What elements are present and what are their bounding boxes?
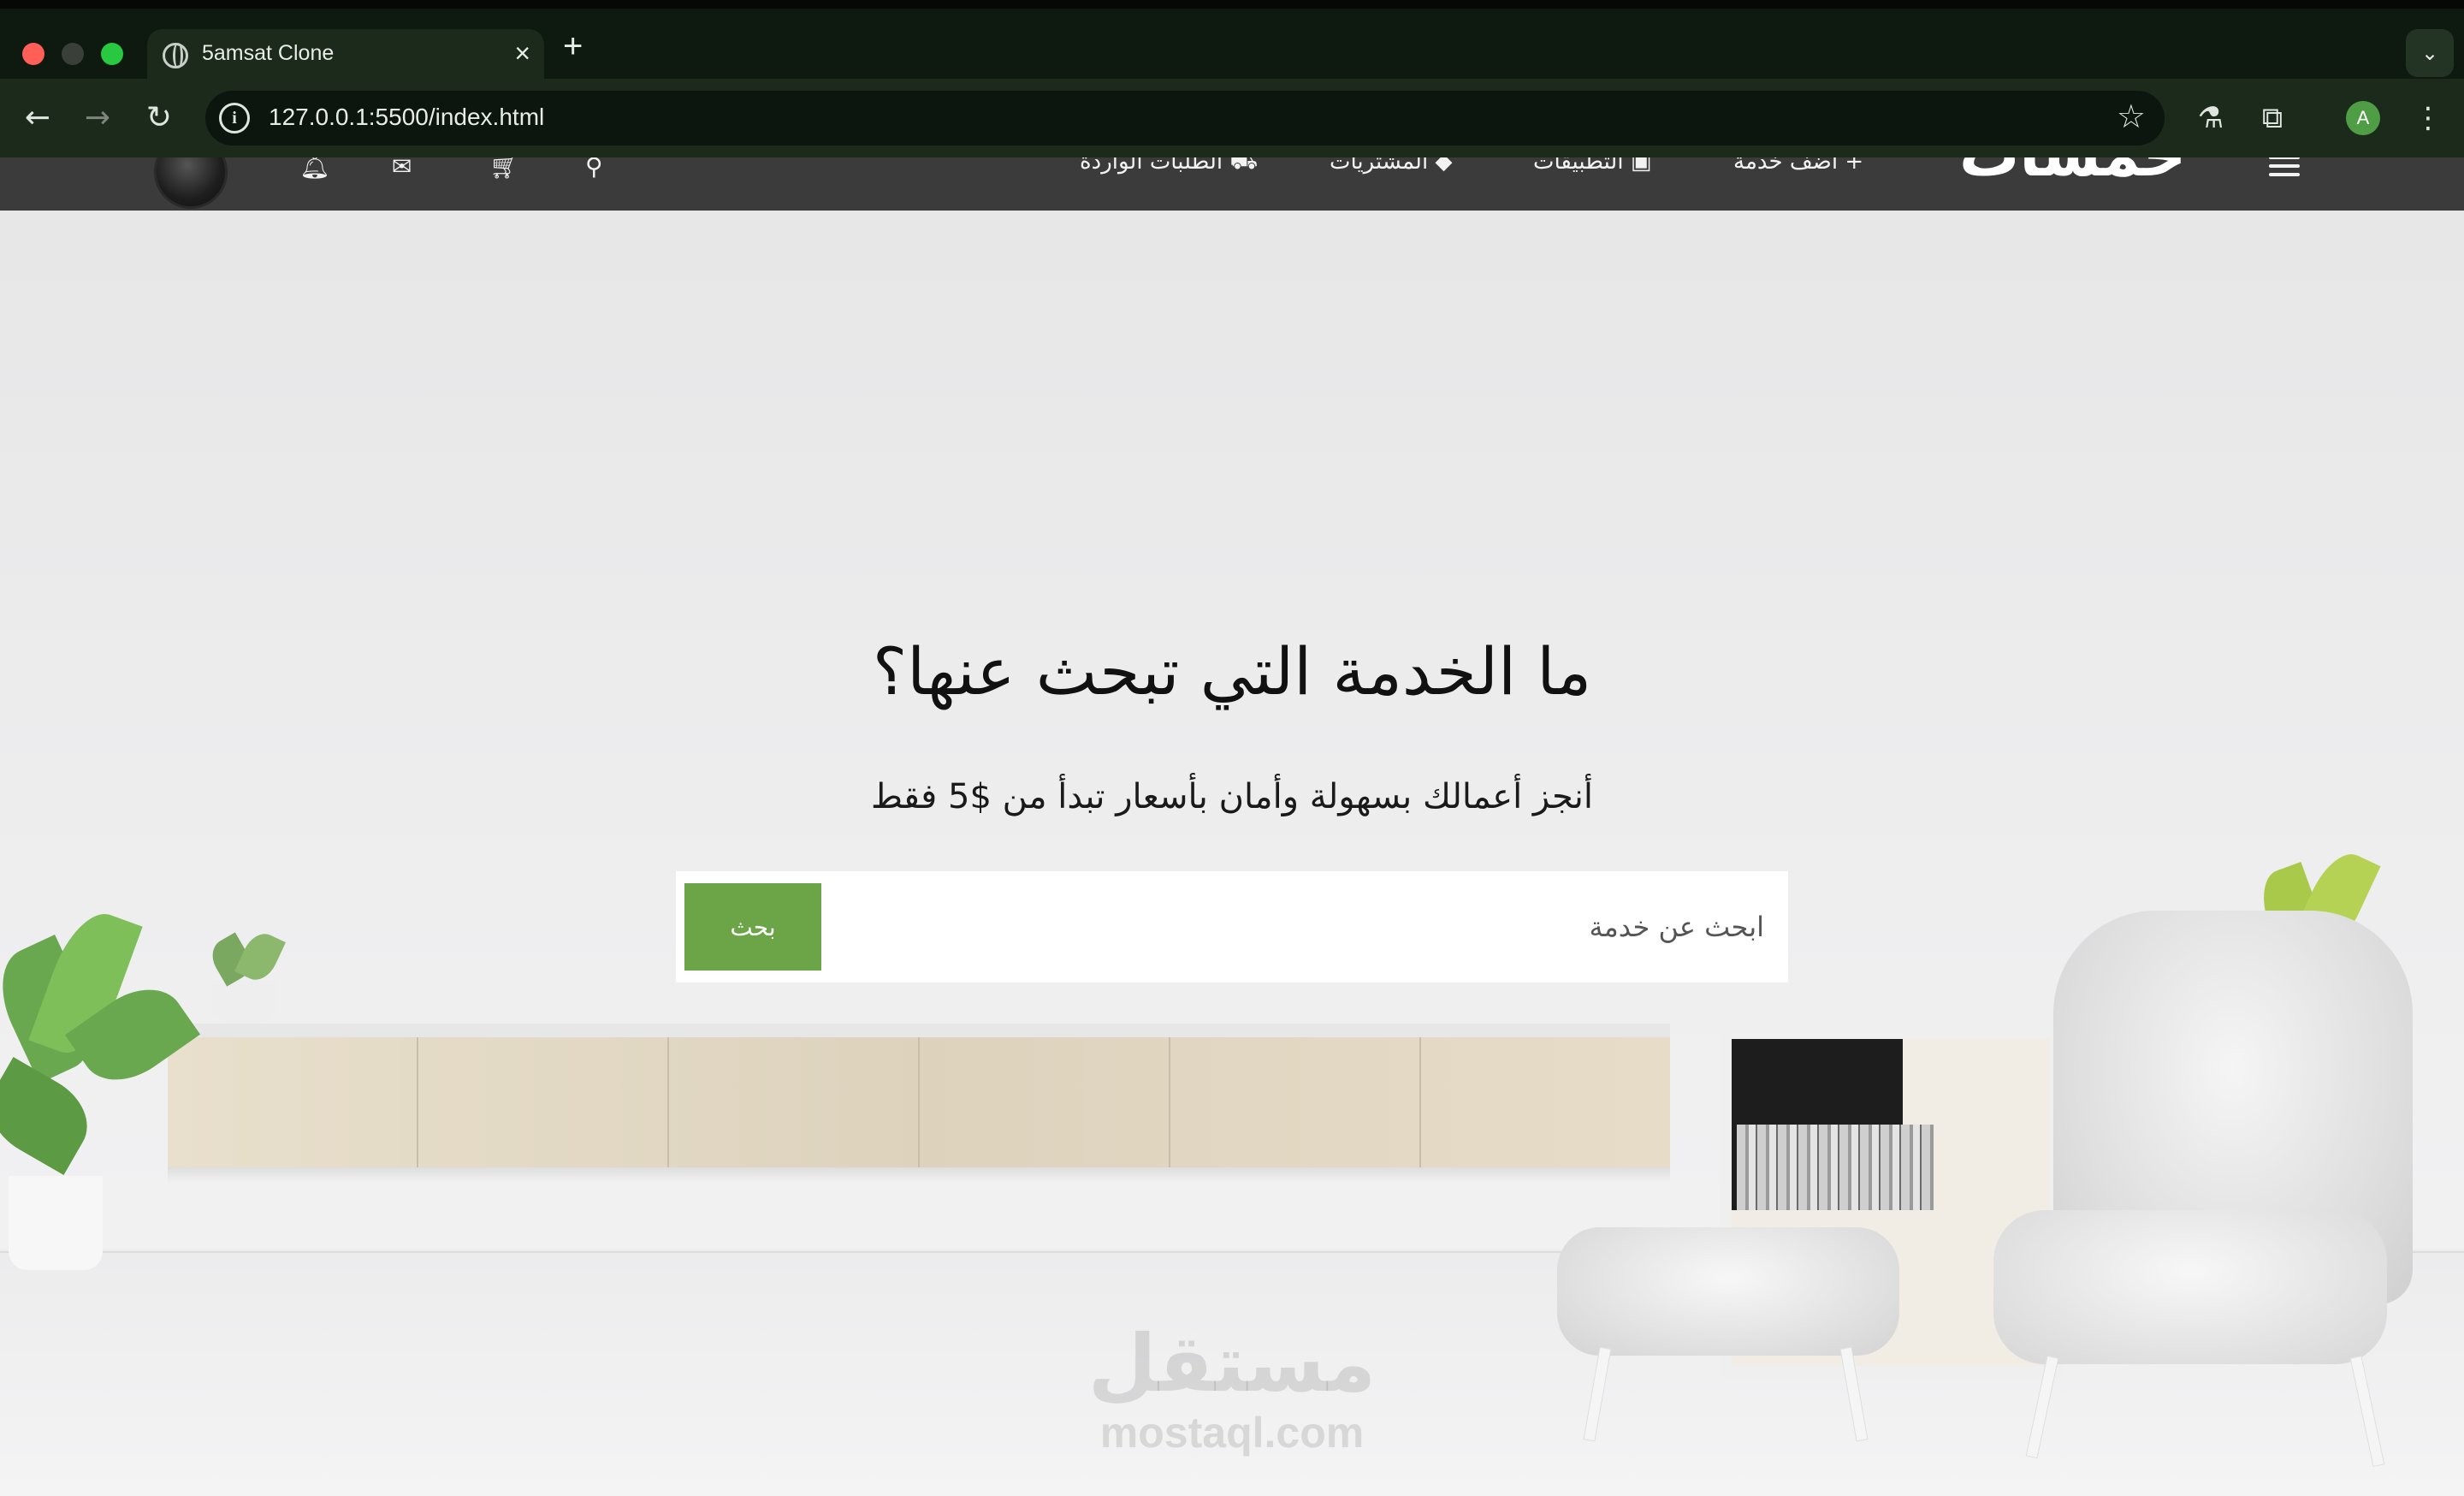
close-tab-icon[interactable]: × [514, 38, 530, 69]
close-window-button[interactable] [22, 43, 44, 65]
nav-link-apps[interactable]: ▣ التطبيقات [1533, 157, 1651, 175]
service-search-input[interactable] [821, 871, 1771, 982]
apps-icon: ▣ [1630, 157, 1652, 175]
plant-pot-left [9, 1176, 103, 1270]
plant-pot-small [212, 981, 277, 1024]
mail-icon[interactable]: ✉ [392, 157, 412, 180]
tab-title: 5amsat Clone [202, 41, 335, 65]
watermark-latin: mostaql.com [1099, 1409, 1365, 1457]
nav-link-label: أضف خدمة [1733, 157, 1839, 175]
tab-strip: 5amsat Clone × + ⌄ [0, 0, 2464, 87]
service-search-form: بحث [676, 871, 1788, 982]
tag-icon: ◆ [1435, 157, 1453, 175]
nav-link-incoming-orders[interactable]: ⛟ الطلبات الواردة [1080, 157, 1258, 178]
nav-link-label: التطبيقات [1533, 157, 1624, 175]
search-button[interactable]: بحث [684, 883, 821, 971]
globe-icon [163, 43, 188, 68]
extensions-icon[interactable]: ⧉ [2252, 98, 2293, 139]
mostaql-watermark: مستقل mostaql.com [1078, 1321, 1386, 1458]
browser-chrome: 5amsat Clone × + ⌄ ← → ↻ i 127.0.0.1:550… [0, 0, 2464, 157]
cabinet-decor [168, 1037, 1670, 1167]
user-avatar[interactable] [154, 157, 228, 209]
truck-icon: ⛟ [1229, 157, 1259, 175]
cabinet-shadow-decor [168, 1167, 1670, 1183]
books-decor [1737, 1125, 1934, 1210]
nav-link-label: المشتريات [1330, 157, 1429, 175]
bell-icon[interactable]: 🔔︎ [299, 157, 330, 180]
hero-title: ما الخدمة التي تبحث عنها؟ [872, 633, 1592, 709]
profile-avatar[interactable]: A [2346, 101, 2380, 135]
search-icon[interactable]: ⚲ [585, 157, 603, 180]
browser-toolbar: ← → ↻ i 127.0.0.1:5500/index.html ☆ ⚗ ⧉ … [0, 79, 2464, 157]
nav-link-label: الطلبات الواردة [1080, 157, 1223, 175]
nav-link-purchases[interactable]: ◆ المشتريات [1330, 157, 1452, 175]
bookmark-star-icon[interactable]: ☆ [2117, 98, 2146, 135]
maximize-window-button[interactable] [101, 43, 123, 65]
site-navbar: 🔔︎ ✉ 🛒︎ ⚲ ⛟ الطلبات الواردة ◆ المشتريات … [0, 157, 2464, 211]
cabinet-top-decor [168, 1024, 1670, 1037]
url-text[interactable]: 127.0.0.1:5500/index.html [269, 104, 544, 131]
menu-icon[interactable] [2269, 157, 2300, 176]
armchair-seat-decor [1993, 1210, 2387, 1364]
hero-subtitle: أنجز أعمالك بسهولة وأمان بأسعار تبدأ من … [870, 777, 1594, 816]
labs-icon[interactable]: ⚗ [2190, 98, 2231, 139]
cart-icon[interactable]: 🛒︎ [489, 157, 520, 180]
tab-search-chevron-icon[interactable]: ⌄ [2406, 29, 2454, 77]
new-tab-button[interactable]: + [563, 27, 583, 66]
nav-link-add-service[interactable]: + أضف خدمة [1733, 157, 1863, 175]
more-icon[interactable]: ⋮ [2408, 98, 2449, 139]
web-page: مستقل mostaql.com 🔔︎ ✉ 🛒︎ ⚲ ⛟ الطلبات ال… [0, 157, 2464, 1496]
forward-icon[interactable]: → [74, 94, 121, 142]
plus-icon: + [1845, 157, 1864, 175]
address-bar[interactable]: i 127.0.0.1:5500/index.html ☆ [205, 91, 2165, 145]
site-logo[interactable]: خمسات [1959, 157, 2186, 190]
info-icon[interactable]: i [219, 103, 250, 134]
watermark-arabic: مستقل [1087, 1318, 1377, 1410]
minimize-window-button[interactable] [62, 43, 84, 65]
ottoman-decor [1557, 1227, 1899, 1356]
back-icon[interactable]: ← [14, 94, 62, 142]
reload-icon[interactable]: ↻ [135, 94, 183, 142]
